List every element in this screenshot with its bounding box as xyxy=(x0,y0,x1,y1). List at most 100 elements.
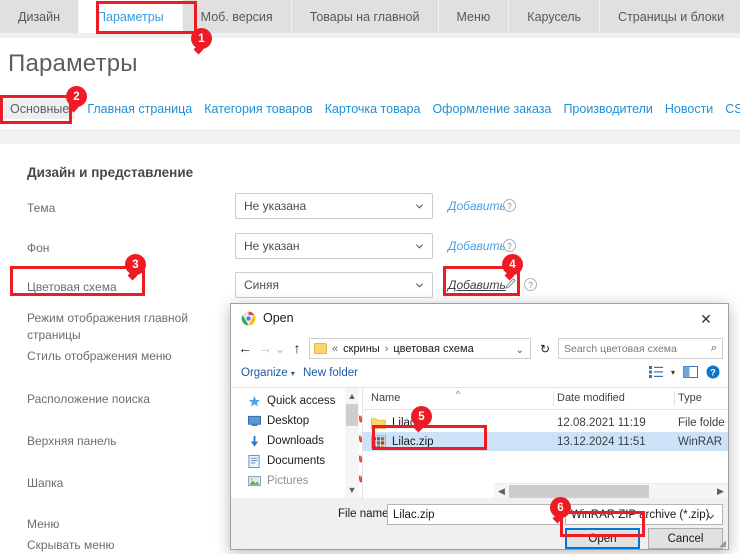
column-divider[interactable] xyxy=(553,391,554,406)
subtab-kartochka-tovara[interactable]: Карточка товара xyxy=(325,102,421,116)
tab-tovary-na-glavnoy[interactable]: Товары на главной xyxy=(292,0,439,33)
forward-icon[interactable]: → xyxy=(256,339,274,357)
subtab-oformlenie-zakaza[interactable]: Оформление заказа xyxy=(432,102,551,116)
file-row-lilac-zip[interactable]: Lilac.zip 13.12.2024 11:51 WinRAR xyxy=(363,432,728,451)
scroll-up-icon[interactable]: ▲ xyxy=(345,388,359,404)
recent-locations-icon[interactable]: ⌄ xyxy=(274,339,286,357)
close-icon[interactable]: ✕ xyxy=(684,304,728,334)
dialog-toolbar: Organize ▾ New folder ▾ ? xyxy=(231,362,728,388)
help-icon-tsvetovaya-shema[interactable]: ? xyxy=(524,278,537,291)
subtab-glavnaya-stranitsa[interactable]: Главная страница xyxy=(87,102,192,116)
tab-label: Моб. версия xyxy=(201,10,273,24)
chrome-icon xyxy=(241,311,256,326)
star-icon xyxy=(247,394,261,408)
scroll-left-icon[interactable]: ◀ xyxy=(494,484,509,498)
tab-label: Страницы и блоки xyxy=(618,10,724,24)
address-bar[interactable]: « скрины › цветовая схема ⌄ xyxy=(309,338,531,359)
chevron-down-icon xyxy=(415,202,424,211)
help-icon-fon[interactable]: ? xyxy=(503,239,516,252)
file-date: 12.08.2021 11:19 xyxy=(557,417,646,429)
annotation-badge-3: 3 xyxy=(125,254,146,275)
select-tsvetovaya-shema[interactable]: Синяя xyxy=(235,272,433,298)
file-name-value: Lilac.zip xyxy=(393,509,435,521)
tab-parametry[interactable]: Параметры xyxy=(79,0,183,33)
scroll-right-icon[interactable]: ▶ xyxy=(713,484,728,498)
column-header-name[interactable]: Name^ xyxy=(371,392,400,404)
breadcrumb-item-skriny[interactable]: скрины xyxy=(343,343,380,355)
pictures-icon xyxy=(247,474,261,488)
nav-item-documents[interactable]: Documents 📌 xyxy=(247,454,325,468)
add-link-fon[interactable]: Добавить xyxy=(448,239,506,253)
subtab-kategoriya-tovarov[interactable]: Категория товаров xyxy=(204,102,312,116)
help-icon[interactable]: ? xyxy=(706,365,720,379)
organize-button[interactable]: Organize ▾ xyxy=(241,367,295,379)
tab-label: Дизайн xyxy=(18,10,60,24)
add-link-tema[interactable]: Добавить xyxy=(448,199,506,213)
screenshot-root: Дизайн Параметры Моб. версия Товары на г… xyxy=(0,0,740,554)
navpane-scrollbar[interactable]: ▲ ▼ xyxy=(345,388,359,498)
file-date: 13.12.2024 11:51 xyxy=(557,436,646,448)
resize-grip[interactable]: ◢ xyxy=(719,538,725,549)
tab-stranitsy-i-bloki[interactable]: Страницы и блоки xyxy=(600,0,740,33)
svg-text:?: ? xyxy=(710,368,716,378)
field-label-stil-otobrazheniya-menyu: Стиль отображения меню xyxy=(27,348,227,365)
file-type-select[interactable]: WinRAR ZIP archive (*.zip) xyxy=(565,504,723,525)
chevron-down-icon xyxy=(706,512,715,521)
subtab-css[interactable]: CSS xyxy=(725,102,740,116)
column-header-date-modified[interactable]: Date modified xyxy=(557,392,625,404)
column-header-type[interactable]: Type xyxy=(678,392,702,404)
tab-label: Карусель xyxy=(527,10,581,24)
top-tab-bar: Дизайн Параметры Моб. версия Товары на г… xyxy=(0,0,740,33)
scrollbar-thumb[interactable] xyxy=(346,404,358,426)
field-label-menyu: Меню xyxy=(27,516,227,533)
search-icon[interactable]: ⌕ xyxy=(711,342,717,355)
breadcrumb-prefix: « xyxy=(332,343,338,355)
sort-ascending-icon: ^ xyxy=(456,389,460,399)
nav-item-quick-access[interactable]: Quick access xyxy=(247,394,335,408)
file-name-input[interactable]: Lilac.zip xyxy=(387,504,563,525)
chevron-down-icon: ▾ xyxy=(291,369,295,378)
page-title: Параметры xyxy=(8,50,138,78)
preview-pane-icon[interactable] xyxy=(683,366,698,378)
subtab-novosti[interactable]: Новости xyxy=(665,102,713,116)
scroll-down-icon[interactable]: ▼ xyxy=(345,482,359,498)
tab-menyu[interactable]: Меню xyxy=(439,0,510,33)
subtab-proizvoditeli[interactable]: Производители xyxy=(563,102,652,116)
desktop-icon xyxy=(247,414,261,428)
select-value: Синяя xyxy=(244,278,279,292)
dialog-title-bar: Open ✕ xyxy=(231,304,728,334)
field-label-fon: Фон xyxy=(27,240,227,257)
help-icon-tema[interactable]: ? xyxy=(503,199,516,212)
column-divider[interactable] xyxy=(674,391,675,406)
breadcrumb-item-tsvetovaya-shema[interactable]: цветовая схема xyxy=(393,343,473,355)
file-list-horizontal-scrollbar[interactable]: ◀ ▶ xyxy=(494,483,728,498)
up-icon[interactable]: ↑ xyxy=(288,339,306,357)
annotation-badge-4: 4 xyxy=(502,254,523,275)
select-tema[interactable]: Не указана xyxy=(235,193,433,219)
back-icon[interactable]: ← xyxy=(236,339,254,357)
chevron-down-icon[interactable]: ▾ xyxy=(671,368,675,377)
new-folder-button[interactable]: New folder xyxy=(303,367,358,379)
nav-item-downloads[interactable]: Downloads 📌 xyxy=(247,434,324,448)
winrar-icon xyxy=(371,435,386,449)
add-link-tsvetovaya-shema[interactable]: Добавить xyxy=(448,278,506,292)
subtab-osnovnye[interactable]: Основные xyxy=(4,99,75,119)
folder-icon xyxy=(371,416,386,430)
nav-item-pictures[interactable]: Pictures 📌 xyxy=(247,474,309,488)
refresh-icon[interactable]: ↻ xyxy=(535,338,555,359)
field-label-verhnyaya-panel: Верхняя панель xyxy=(27,433,227,450)
nav-item-desktop[interactable]: Desktop 📌 xyxy=(247,414,309,428)
tab-karusel[interactable]: Карусель xyxy=(509,0,600,33)
file-type: WinRAR xyxy=(678,436,722,448)
view-list-icon[interactable] xyxy=(649,366,663,378)
scrollbar-thumb[interactable] xyxy=(509,485,649,498)
open-file-dialog: Open ✕ ← → ⌄ ↑ « скрины › цветовая схема… xyxy=(230,303,729,550)
cancel-button[interactable]: Cancel xyxy=(648,528,723,549)
sub-navigation: Основные Главная страница Категория това… xyxy=(4,99,740,119)
chevron-down-icon[interactable]: ⌄ xyxy=(516,345,524,356)
search-input[interactable]: Search цветовая схема ⌕ xyxy=(558,338,723,359)
tab-dizayn[interactable]: Дизайн xyxy=(0,0,79,33)
open-button[interactable]: Open xyxy=(565,528,640,549)
nav-item-label: Quick access xyxy=(267,395,335,407)
select-fon[interactable]: Не указан xyxy=(235,233,433,259)
